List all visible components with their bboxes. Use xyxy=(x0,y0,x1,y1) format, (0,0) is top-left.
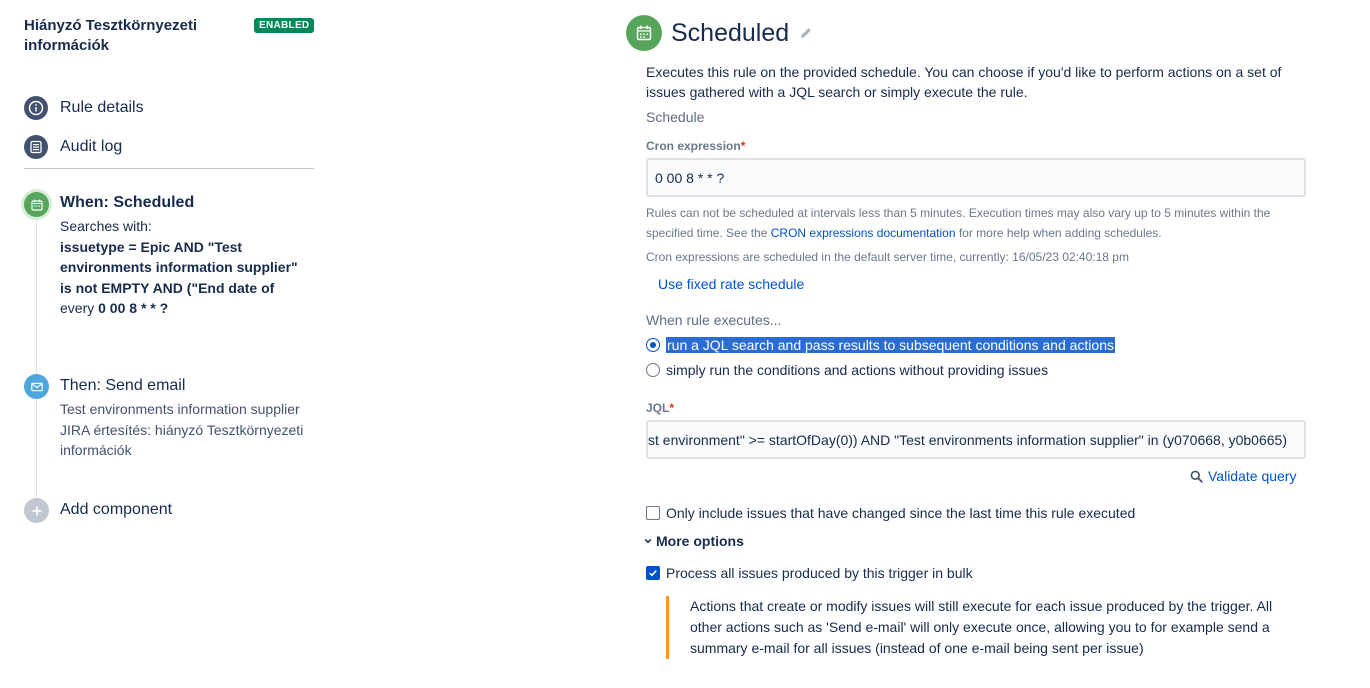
action-title: Then: Send email xyxy=(60,377,186,394)
mail-icon xyxy=(24,374,49,399)
sidebar-item-rule-details[interactable]: Rule details xyxy=(24,88,314,127)
when-executes-label: When rule executes... xyxy=(646,312,782,328)
add-component-body: Add component xyxy=(60,498,320,520)
jql-input[interactable]: st environment" >= startOfDay(0)) AND "T… xyxy=(646,420,1306,459)
cron-help-text: Rules can not be scheduled at intervals … xyxy=(646,203,1306,243)
sidebar-divider xyxy=(24,168,314,169)
cron-label-text: Cron expression xyxy=(646,139,741,153)
radio-run-without-issues[interactable]: simply run the conditions and actions wi… xyxy=(646,360,1048,380)
checkbox[interactable] xyxy=(646,506,660,520)
action-line: JIRA értesítés: hiányzó Tesztkörnyezeti xyxy=(60,421,304,438)
sidebar-item-label: Audit log xyxy=(60,137,123,155)
validate-query-button[interactable]: Validate query xyxy=(1190,468,1296,484)
plus-icon xyxy=(24,498,49,523)
trigger-jql-line: is not EMPTY AND ("End date of xyxy=(60,279,275,296)
trigger-subtitle: Searches with: xyxy=(60,218,152,234)
chevron-down-icon xyxy=(644,537,652,545)
status-badge: ENABLED xyxy=(254,18,315,33)
trigger-description: Executes this rule on the provided sched… xyxy=(646,64,1282,100)
action-component[interactable]: Then: Send email Test environments infor… xyxy=(24,374,314,464)
jql-label-text: JQL xyxy=(646,401,670,415)
info-icon xyxy=(24,95,48,120)
rule-title: Hiányzó Tesztkörnyezeti információk xyxy=(24,17,198,54)
radio-run-jql[interactable]: run a JQL search and pass results to sub… xyxy=(646,335,1115,355)
action-body: Then: Send email Test environments infor… xyxy=(60,374,320,461)
trigger-jql-line: environments information supplier" xyxy=(60,259,298,275)
only-changed-checkbox-row[interactable]: Only include issues that have changed si… xyxy=(646,503,1135,523)
trigger-cron-value: 0 00 8 * * ? xyxy=(98,300,169,316)
add-component-label: Add component xyxy=(60,501,173,518)
pencil-icon[interactable] xyxy=(799,26,813,40)
required-mark: * xyxy=(669,401,675,415)
search-icon xyxy=(1190,470,1203,483)
jql-label: JQL* xyxy=(646,401,674,415)
add-component-button[interactable]: Add component xyxy=(24,498,314,524)
calendar-icon xyxy=(626,15,662,51)
more-options-label: More options xyxy=(656,533,744,549)
radio-label: run a JQL search and pass results to sub… xyxy=(666,337,1115,353)
trigger-title: When: Scheduled xyxy=(60,194,195,211)
sidebar-nav: Rule details Audit log xyxy=(24,88,314,166)
required-mark: * xyxy=(740,139,746,153)
radio-button[interactable] xyxy=(646,338,660,352)
cron-docs-link[interactable]: CRON expressions documentation xyxy=(771,226,956,240)
checkmark-icon xyxy=(649,570,657,577)
panel-header: Scheduled xyxy=(626,15,813,51)
cron-expression-input[interactable]: 0 00 8 * * ? xyxy=(646,158,1306,197)
cron-help-part2: for more help when adding schedules. xyxy=(955,226,1162,240)
sidebar-item-audit-log[interactable]: Audit log xyxy=(24,127,314,166)
trigger-every-prefix: every xyxy=(60,300,95,316)
bulk-label: Process all issues produced by this trig… xyxy=(666,565,973,581)
cron-label: Cron expression* xyxy=(646,139,745,153)
radio-button[interactable] xyxy=(646,363,660,377)
trigger-jql-line: issuetype = Epic AND "Test xyxy=(60,238,243,255)
server-time-note: Cron expressions are scheduled in the de… xyxy=(646,250,1129,264)
page-title: Scheduled xyxy=(671,18,790,47)
fixed-rate-link[interactable]: Use fixed rate schedule xyxy=(658,276,804,292)
trigger-component[interactable]: When: Scheduled Searches with: issuetype… xyxy=(24,192,314,322)
trigger-schedule-line: every 0 00 8 * * ? xyxy=(60,298,320,319)
list-icon xyxy=(24,134,48,159)
schedule-section-label: Schedule xyxy=(646,109,705,125)
action-line: Test environments information supplier xyxy=(60,401,300,417)
bulk-checkbox-row[interactable]: Process all issues produced by this trig… xyxy=(646,563,973,583)
radio-label: simply run the conditions and actions wi… xyxy=(666,362,1049,378)
action-line: információk xyxy=(60,442,132,458)
only-changed-label: Only include issues that have changed si… xyxy=(666,505,1136,521)
trigger-body: When: Scheduled Searches with: issuetype… xyxy=(60,192,320,319)
checkbox[interactable] xyxy=(646,566,660,580)
more-options-toggle[interactable]: More options xyxy=(644,533,744,549)
validate-query-label: Validate query xyxy=(1208,468,1297,484)
sidebar-item-label: Rule details xyxy=(60,98,144,116)
calendar-icon xyxy=(24,192,49,217)
bulk-info-message: Actions that create or modify issues wil… xyxy=(666,596,1286,659)
